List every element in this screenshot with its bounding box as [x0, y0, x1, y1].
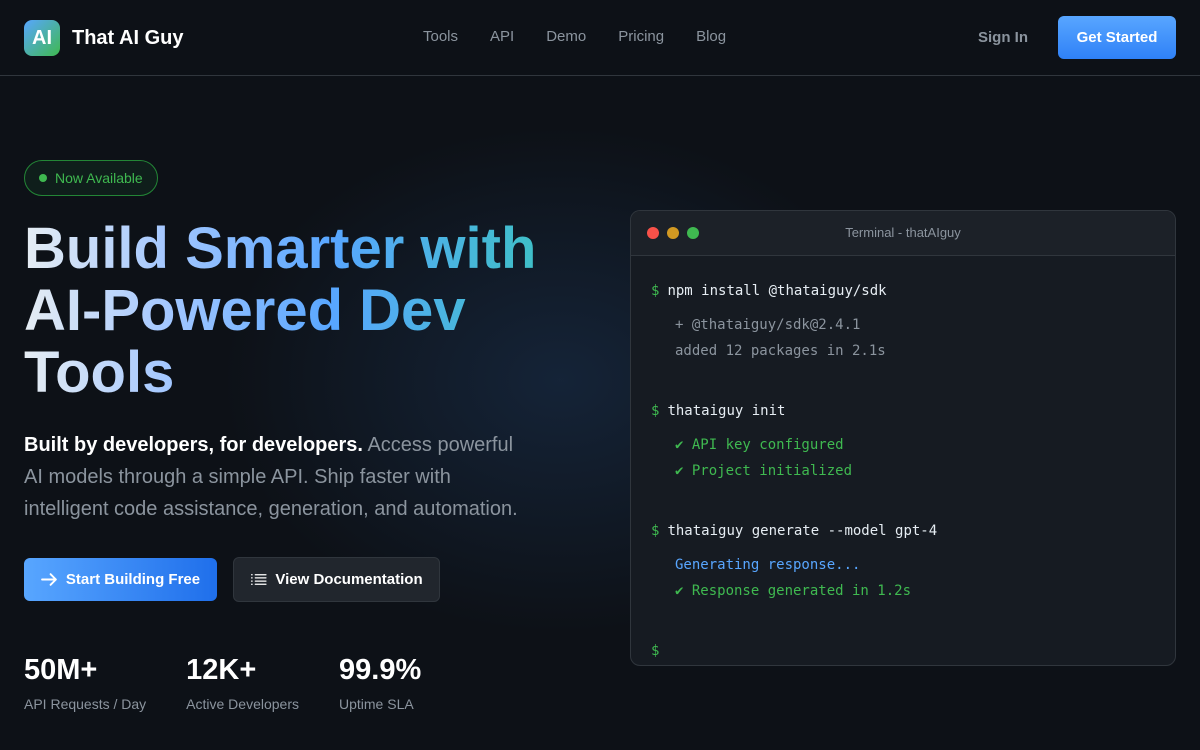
stat-label: Uptime SLA	[339, 696, 414, 712]
start-building-button[interactable]: Start Building Free	[24, 558, 217, 601]
terminal-window: Terminal - thatAIguy $ npm install @thata…	[630, 210, 1176, 666]
nav-link-api[interactable]: API	[490, 28, 514, 45]
terminal-output: + @thataiguy/sdk@2.4.1	[675, 317, 861, 333]
stat-value: 50M+	[24, 654, 98, 686]
brand-name: That AI Guy	[72, 26, 184, 49]
sign-in-link[interactable]: Sign In	[978, 29, 1028, 46]
stat-uptime: 99.9% Uptime SLA	[339, 652, 421, 712]
prompt-symbol: $	[651, 283, 660, 299]
stat-developers: 12K+ Active Developers	[186, 652, 299, 712]
nav-links: Tools API Demo Pricing Blog	[407, 28, 742, 45]
hero-subtext-bold: Built by developers, for developers.	[24, 434, 363, 456]
prompt-symbol: $	[651, 403, 660, 419]
prompt-symbol: $	[651, 523, 660, 539]
hero-subtext: Built by developers, for developers. Acc…	[24, 429, 534, 525]
start-building-label: Start Building Free	[65, 571, 201, 588]
get-started-button[interactable]: Get Started	[1058, 16, 1176, 59]
stat-value: 12K+	[186, 654, 257, 686]
stat-value: 99.9%	[339, 654, 422, 686]
stat-label: API Requests / Day	[24, 696, 147, 712]
view-documentation-button[interactable]: View Documentation	[233, 557, 440, 602]
stat-requests: 50M+ API Requests / Day	[24, 652, 146, 712]
logo-icon: AI	[24, 20, 60, 56]
stat-label: Active Developers	[186, 696, 299, 712]
list-icon	[251, 574, 267, 585]
terminal-output: added 12 packages in 2.1s	[675, 343, 886, 359]
terminal-command: $ thataiguy generate --model gpt-4	[651, 518, 1155, 544]
status-badge: Now Available	[24, 160, 158, 196]
terminal-command[interactable]: $	[651, 638, 1155, 664]
terminal-body: $ npm install @thataiguy/sdk + @thataiguy…	[631, 256, 1175, 665]
terminal-command: $ thataiguy init	[651, 398, 1155, 424]
stats-row: 50M+ API Requests / Day 12K+ Active Deve…	[24, 652, 461, 712]
status-dot-icon	[39, 174, 47, 182]
terminal-command: $ npm install @thataiguy/sdk	[651, 278, 1155, 304]
terminal-output: ✔ API key configured	[675, 437, 844, 453]
command-text: npm install @thataiguy/sdk	[667, 283, 887, 299]
status-badge-text: Now Available	[55, 170, 143, 186]
top-nav: AI That AI Guy Tools API Demo Pricing Bl…	[0, 0, 1200, 76]
view-documentation-label: View Documentation	[275, 571, 423, 588]
terminal-output: ✔ Project initialized	[675, 463, 853, 479]
command-text: thataiguy init	[667, 403, 786, 419]
nav-link-tools[interactable]: Tools	[423, 28, 458, 45]
nav-link-blog[interactable]: Blog	[696, 28, 726, 45]
terminal-titlebar: Terminal - thatAIguy	[631, 211, 1175, 256]
nav-link-pricing[interactable]: Pricing	[618, 28, 664, 45]
brand[interactable]: AI That AI Guy	[24, 20, 183, 56]
terminal-output: Generating response...	[675, 557, 861, 573]
terminal-title: Terminal - thatAIguy	[845, 225, 961, 240]
terminal-output: ✔ Response generated in 1.2s	[675, 583, 912, 599]
command-text: thataiguy generate --model gpt-4	[667, 523, 938, 539]
prompt-symbol: $	[651, 643, 660, 659]
hero-headline: Build Smarter with AI-Powered Dev Tools	[24, 218, 584, 404]
arrow-right-icon	[41, 573, 57, 586]
nav-link-demo[interactable]: Demo	[546, 28, 586, 45]
